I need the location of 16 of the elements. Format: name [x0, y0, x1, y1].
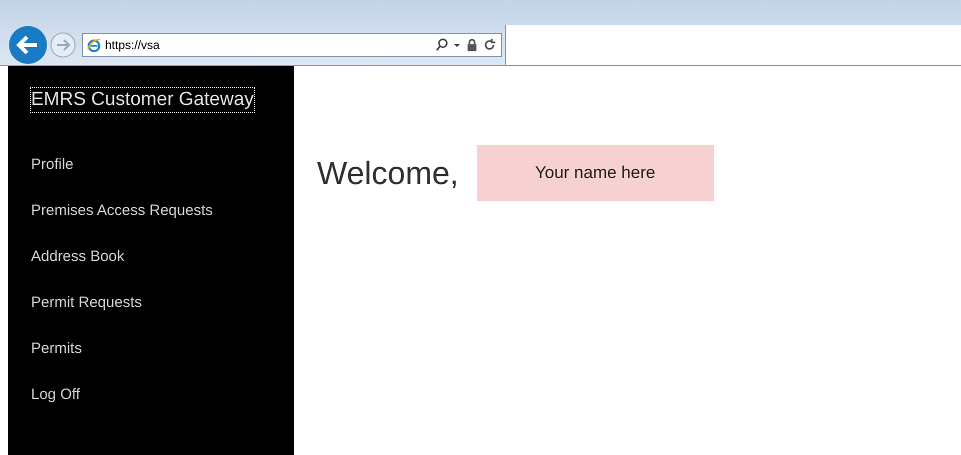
back-button[interactable] — [8, 25, 48, 65]
address-bar[interactable]: https://vsa — [82, 33, 502, 57]
nav-link[interactable]: Log Off — [31, 385, 80, 404]
nav-link[interactable]: Profile — [31, 155, 74, 174]
nav-link[interactable]: Permits — [31, 339, 82, 358]
url-text: https://vsa — [105, 38, 161, 52]
nav-link[interactable]: Address Book — [31, 247, 124, 266]
user-name-label: Your name here — [476, 145, 714, 201]
nav-link[interactable]: Premises Access Requests — [31, 201, 213, 220]
brand-link[interactable]: EMRS Customer Gateway — [31, 88, 254, 112]
search-icon[interactable] — [435, 38, 449, 52]
lock-icon[interactable] — [465, 38, 479, 52]
refresh-icon[interactable] — [483, 38, 497, 52]
welcome-heading: Welcome, — [317, 154, 459, 192]
browser-logo-icon — [87, 38, 101, 52]
nav-link[interactable]: Permit Requests — [31, 293, 142, 312]
